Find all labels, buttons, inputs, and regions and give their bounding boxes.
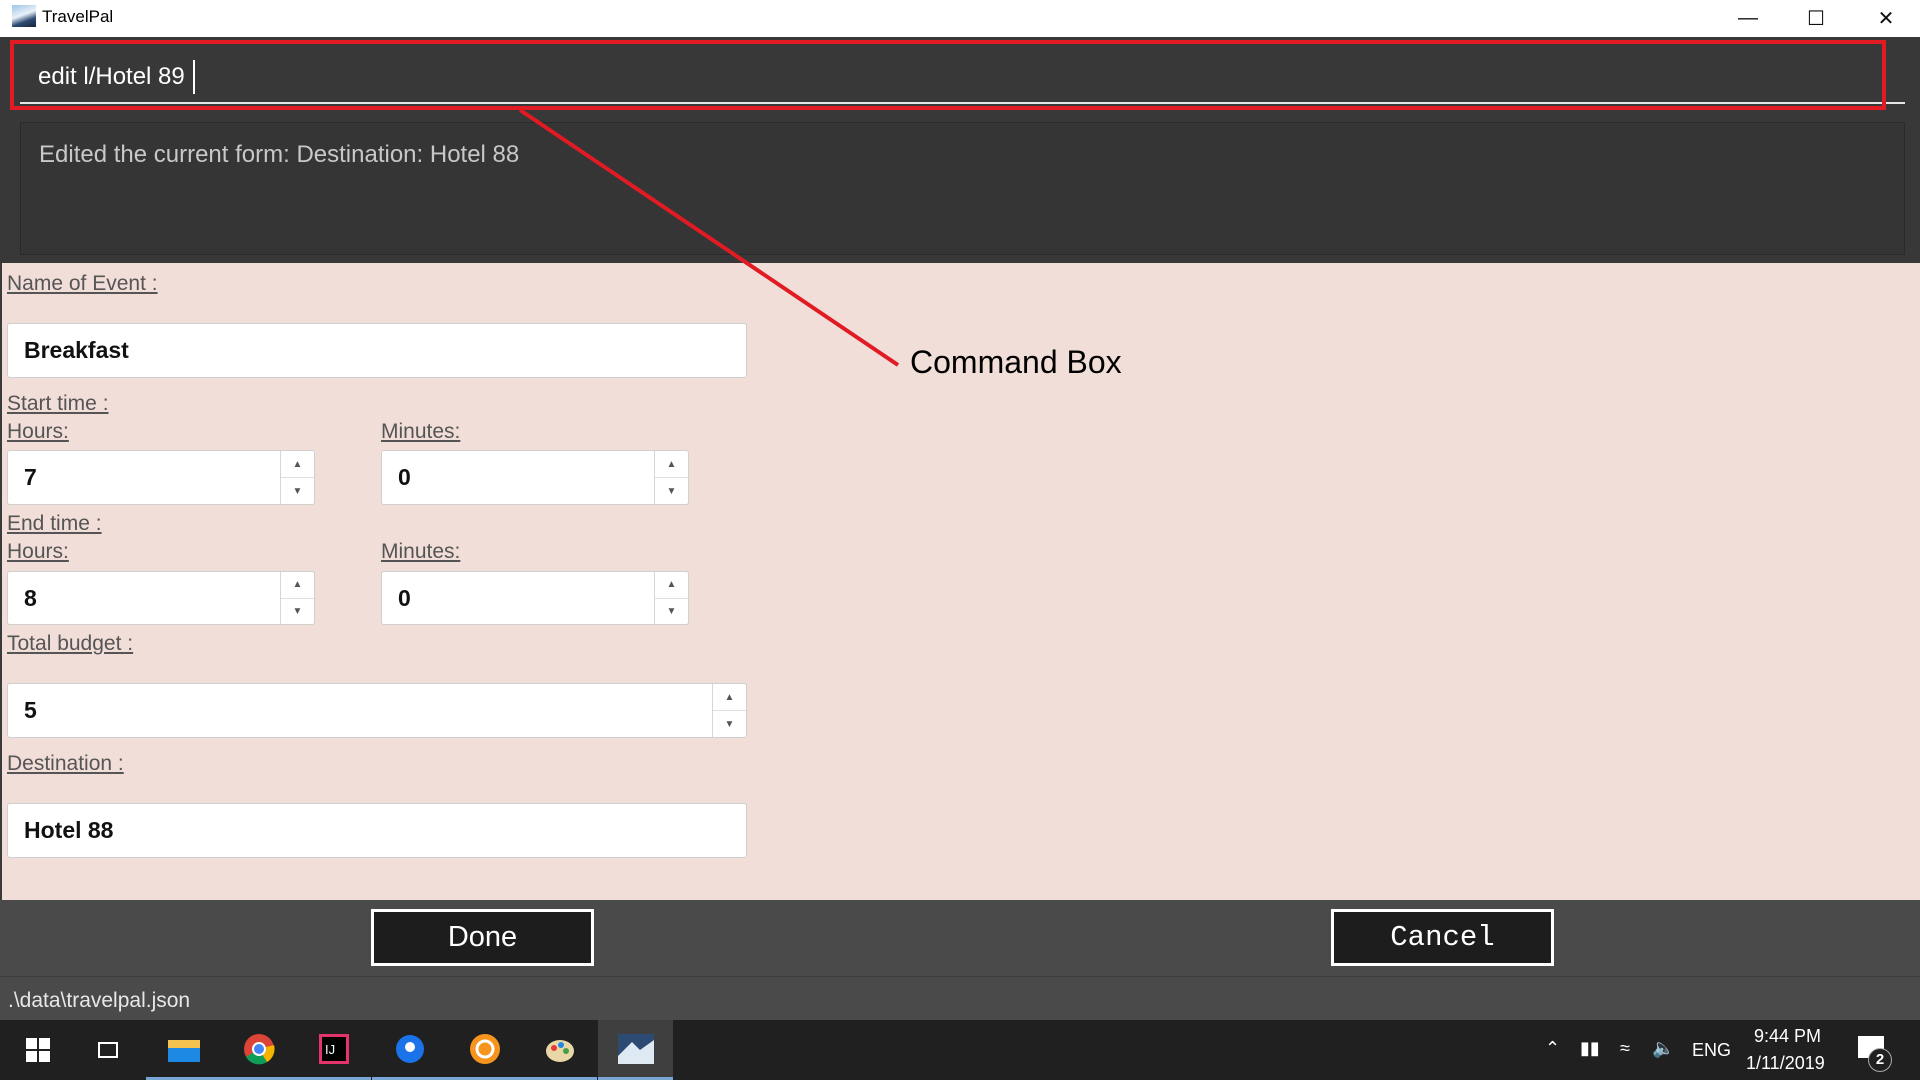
notification-count: 2 (1868, 1048, 1892, 1072)
intellij-icon[interactable]: IJ (296, 1020, 371, 1080)
battery-icon[interactable]: ▮▮ (1580, 1038, 1600, 1059)
file-explorer-icon[interactable] (146, 1020, 221, 1080)
paint-3d-icon[interactable] (522, 1020, 597, 1080)
show-hidden-icons-icon[interactable]: ⌃ (1545, 1038, 1560, 1059)
travelpal-taskbar-icon[interactable] (598, 1020, 673, 1080)
windows-start-icon[interactable] (0, 1020, 75, 1080)
chrome-icon[interactable] (221, 1020, 296, 1080)
annotation-label: Command Box (910, 344, 1122, 380)
clock-date[interactable]: 1/11/2019 (1746, 1053, 1825, 1074)
clock-time[interactable]: 9:44 PM (1754, 1026, 1821, 1047)
wifi-icon[interactable]: ≈ (1620, 1038, 1630, 1059)
volume-icon[interactable]: 🔈 (1652, 1038, 1674, 1059)
paint-app-icon[interactable] (447, 1020, 522, 1080)
maps-icon[interactable] (372, 1020, 447, 1080)
language-indicator[interactable]: ENG (1692, 1040, 1731, 1061)
task-view-icon[interactable] (70, 1020, 145, 1080)
annotation-line (518, 108, 900, 367)
annotation-arrow (518, 108, 900, 367)
svg-text:IJ: IJ (325, 1042, 335, 1057)
